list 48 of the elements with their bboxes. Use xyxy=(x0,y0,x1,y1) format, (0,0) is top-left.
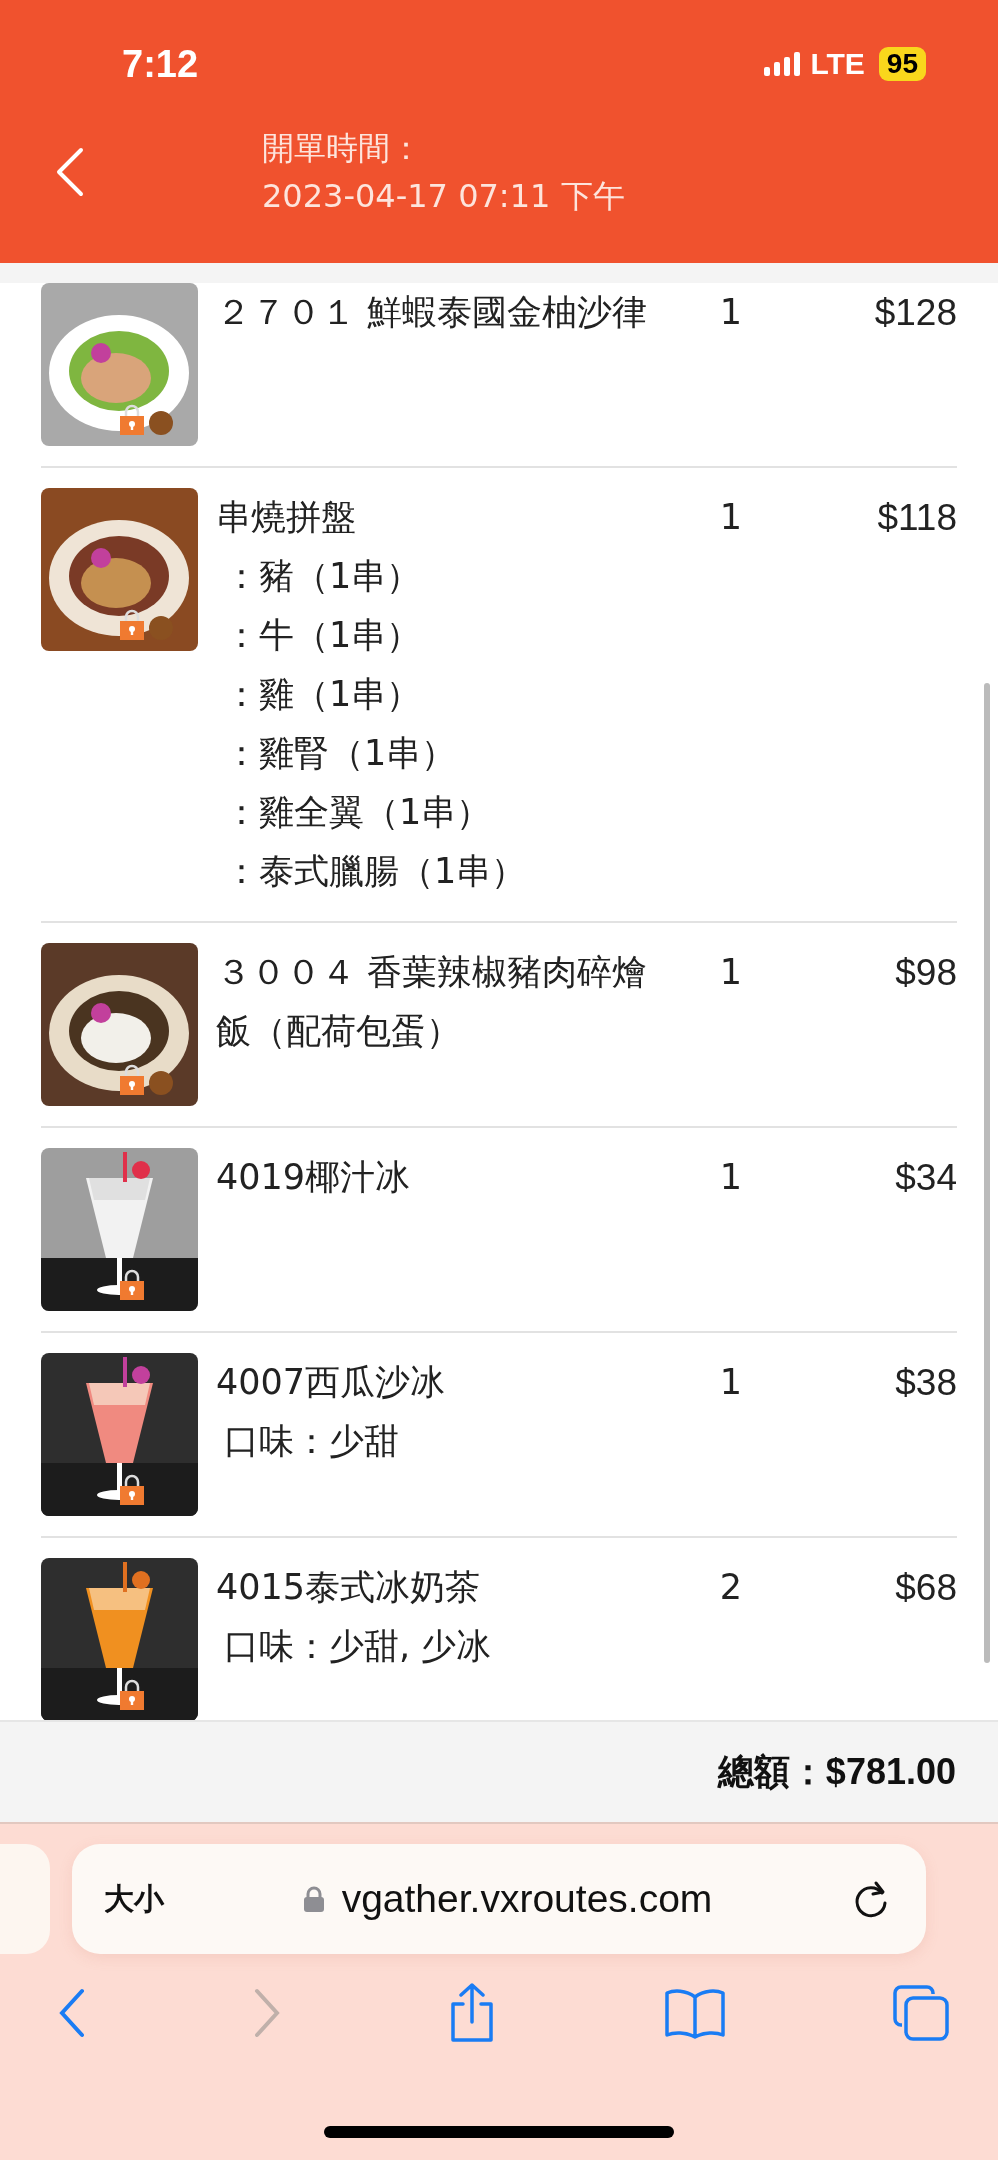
item-option: ：牛（1串） xyxy=(216,606,661,665)
order-time-label: 開單時間： xyxy=(262,128,423,169)
item-quantity: 1 xyxy=(718,496,744,539)
item-option: 口味：少甜, 少冰 xyxy=(216,1617,661,1676)
item-quantity: 1 xyxy=(718,1156,744,1199)
lock-icon xyxy=(303,1886,324,1912)
tabs-icon[interactable] xyxy=(892,1984,950,2042)
item-price: $34 xyxy=(894,1156,957,1200)
lock-icon xyxy=(120,1268,144,1300)
back-icon[interactable] xyxy=(58,1988,86,2038)
item-price: $98 xyxy=(894,951,957,995)
forward-icon[interactable] xyxy=(252,1988,281,2038)
item-option: ：雞（1串） xyxy=(216,665,661,724)
item-price: $38 xyxy=(894,1361,957,1405)
item-option: ：雞腎（1串） xyxy=(216,724,661,783)
item-quantity: 1 xyxy=(718,1361,744,1404)
item-option: ：豬（1串） xyxy=(216,547,661,606)
item-name: 4007西瓜沙冰 xyxy=(216,1361,447,1404)
lock-icon xyxy=(120,1678,144,1710)
item-option: ：泰式臘腸（1串） xyxy=(216,842,661,901)
lock-icon xyxy=(120,1063,144,1095)
item-quantity: 1 xyxy=(718,291,744,334)
status-time: 7:12 xyxy=(122,42,199,86)
item-name: ３００４ 香葉辣椒豬肉碎燴飯（配荷包蛋） xyxy=(216,951,649,1053)
url-text: vgather.vxroutes.com xyxy=(341,1877,713,1921)
item-name: 4015泰式冰奶茶 xyxy=(216,1566,482,1609)
battery-indicator: 95 xyxy=(878,47,926,81)
item-name: 串燒拼盤 xyxy=(216,496,357,539)
item-name: ２７０１ 鮮蝦泰國金柚沙律 xyxy=(216,291,649,334)
lock-icon xyxy=(120,1473,144,1505)
back-icon[interactable] xyxy=(55,147,85,197)
order-total: 總額：$781.00 xyxy=(717,1749,956,1794)
text-size-button[interactable]: 大小 xyxy=(104,1878,164,1920)
network-label: LTE xyxy=(810,47,865,81)
order-time-value: 2023-04-17 07:11 下午 xyxy=(262,176,625,217)
item-quantity: 2 xyxy=(718,1566,744,1609)
item-quantity: 1 xyxy=(718,951,744,994)
bookmarks-icon[interactable] xyxy=(663,1987,726,2039)
lock-icon xyxy=(120,608,144,640)
item-name: 4019椰汁冰 xyxy=(216,1156,412,1199)
signal-icon xyxy=(764,52,801,76)
item-option: 口味：少甜 xyxy=(216,1412,661,1471)
lock-icon xyxy=(120,403,144,435)
item-price: $128 xyxy=(873,291,957,335)
item-option: ：雞全翼（1串） xyxy=(216,783,661,842)
item-price: $68 xyxy=(894,1566,957,1610)
item-price: $118 xyxy=(876,496,957,540)
address-bar[interactable]: 大小 vgather.vxroutes.com xyxy=(72,1844,926,1954)
